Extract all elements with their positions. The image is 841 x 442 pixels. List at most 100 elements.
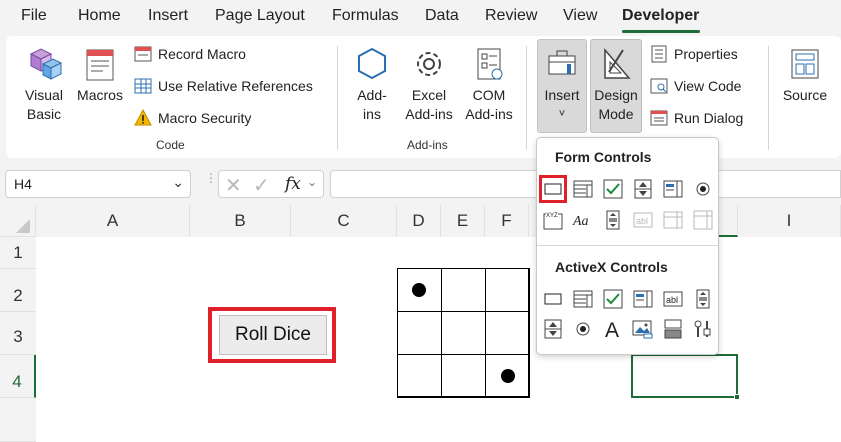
view-code-button[interactable]: View Code xyxy=(650,75,741,97)
column-header-b[interactable]: B xyxy=(190,205,291,237)
row-header-2[interactable]: 2 xyxy=(0,269,36,312)
row-header-1[interactable]: 1 xyxy=(0,237,36,269)
column-header-a[interactable]: A xyxy=(36,205,190,237)
use-relative-references-label: Use Relative References xyxy=(158,78,313,94)
macro-security-label: Macro Security xyxy=(158,110,252,126)
menu-page-layout[interactable]: Page Layout xyxy=(215,7,305,25)
svg-text:abl: abl xyxy=(666,295,678,305)
macro-security-button[interactable]: Macro Security xyxy=(134,107,251,129)
form-combo-drop-down-edit-icon xyxy=(691,208,715,232)
row-header-3[interactable]: 3 xyxy=(0,312,36,355)
add-ins-label-2: ins xyxy=(363,106,381,122)
dice-pip xyxy=(412,283,426,297)
properties-icon xyxy=(651,45,667,63)
macros-button[interactable]: Macros xyxy=(74,44,126,105)
column-header-e[interactable]: E xyxy=(441,205,485,237)
insert-function-icon[interactable]: fx xyxy=(285,174,301,194)
form-list-box-icon[interactable] xyxy=(661,177,685,201)
activex-toggle-button-icon[interactable] xyxy=(661,317,685,341)
run-dialog-button[interactable]: Run Dialog xyxy=(650,107,743,129)
selected-cell-h4[interactable] xyxy=(631,354,738,398)
visual-basic-icon xyxy=(29,48,63,80)
activex-list-box-icon[interactable] xyxy=(631,287,655,311)
activex-command-button-icon[interactable] xyxy=(541,287,565,311)
menu-home[interactable]: Home xyxy=(78,7,121,25)
source-label: Source xyxy=(782,87,828,103)
design-mode-button[interactable]: Design Mode xyxy=(590,44,642,124)
select-all-corner[interactable] xyxy=(0,205,36,237)
design-mode-label-1: Design xyxy=(594,87,638,103)
column-header-d[interactable]: D xyxy=(397,205,441,237)
menu-developer[interactable]: Developer xyxy=(622,7,699,25)
activex-text-box-icon[interactable]: abl xyxy=(661,287,685,311)
form-check-box-icon[interactable] xyxy=(601,177,625,201)
insert-controls-dropdown: Form Controls XYZ Aa abl ActiveX Control… xyxy=(536,137,719,355)
activex-image-icon[interactable] xyxy=(631,317,655,341)
activex-option-button-icon[interactable] xyxy=(571,317,595,341)
record-macro-button[interactable]: Record Macro xyxy=(134,43,246,65)
dice-grid xyxy=(397,268,530,398)
visual-basic-button[interactable]: Visual Basic xyxy=(18,44,70,124)
source-icon xyxy=(791,49,819,79)
form-label-icon[interactable]: Aa xyxy=(571,208,595,232)
add-ins-group-label: Add-ins xyxy=(407,138,448,152)
dice-cell[interactable] xyxy=(397,354,442,398)
dice-cell[interactable] xyxy=(441,268,486,312)
excel-add-ins-button[interactable]: Excel Add-ins xyxy=(400,44,458,124)
menu-view[interactable]: View xyxy=(563,7,597,25)
form-combo-box-icon[interactable] xyxy=(571,177,595,201)
dice-cell[interactable] xyxy=(441,311,486,355)
svg-text:abl: abl xyxy=(636,216,648,226)
column-header-f[interactable]: F xyxy=(485,205,529,237)
column-header-i[interactable]: I xyxy=(738,205,841,237)
add-ins-button[interactable]: Add- ins xyxy=(348,44,396,124)
dice-cell[interactable] xyxy=(441,354,486,398)
insert-controls-button[interactable]: Insert ˅ xyxy=(537,44,587,124)
source-button[interactable]: Source xyxy=(778,44,832,105)
form-scroll-bar-icon[interactable] xyxy=(601,208,625,232)
chevron-down-icon[interactable]: ⌄ xyxy=(172,174,184,191)
name-box[interactable]: H4 ⌄ xyxy=(5,170,191,198)
relative-references-icon xyxy=(134,78,152,94)
view-code-icon xyxy=(650,78,668,94)
gear-icon xyxy=(417,52,441,76)
activex-scroll-bar-icon[interactable] xyxy=(691,287,715,311)
view-code-label: View Code xyxy=(674,78,742,94)
row-header-5[interactable] xyxy=(0,398,36,442)
activex-combo-box-icon[interactable] xyxy=(571,287,595,311)
cancel-icon[interactable]: ✕ xyxy=(225,173,242,198)
properties-label: Properties xyxy=(674,46,738,62)
properties-button[interactable]: Properties xyxy=(650,43,738,65)
dice-cell[interactable] xyxy=(485,311,530,355)
dice-cell[interactable] xyxy=(397,311,442,355)
chevron-down-icon[interactable]: ⌄ xyxy=(307,175,317,189)
activex-spin-button-icon[interactable] xyxy=(541,317,565,341)
roll-dice-button[interactable]: Roll Dice xyxy=(219,315,327,355)
menu-file[interactable]: File xyxy=(21,7,47,25)
activex-label-icon[interactable]: A xyxy=(601,317,625,341)
visual-basic-label-2: Basic xyxy=(26,106,62,122)
fill-handle[interactable] xyxy=(734,394,740,400)
form-combo-list-edit-icon xyxy=(661,208,685,232)
dropdown-separator xyxy=(537,245,718,246)
column-header-c[interactable]: C xyxy=(291,205,397,237)
activex-more-controls-icon[interactable] xyxy=(691,317,715,341)
activex-check-box-icon[interactable] xyxy=(601,287,625,311)
row-header-4[interactable]: 4 xyxy=(0,355,36,398)
form-option-button-icon[interactable] xyxy=(691,177,715,201)
resize-handle-icon[interactable]: ⋮ xyxy=(205,172,217,184)
select-all-icon xyxy=(16,219,30,233)
form-spin-button-icon[interactable] xyxy=(631,177,655,201)
dice-cell[interactable] xyxy=(485,268,530,312)
form-button-icon[interactable] xyxy=(539,175,567,203)
use-relative-references-button[interactable]: Use Relative References xyxy=(134,75,313,97)
menu-formulas[interactable]: Formulas xyxy=(332,7,399,25)
com-add-ins-button[interactable]: COM Add-ins xyxy=(460,44,518,124)
form-group-box-icon[interactable]: XYZ xyxy=(541,208,565,232)
chevron-down-icon: ˅ xyxy=(558,108,566,120)
menu-review[interactable]: Review xyxy=(485,7,537,25)
menu-insert[interactable]: Insert xyxy=(148,7,188,25)
enter-icon[interactable]: ✓ xyxy=(253,173,270,198)
group-separator xyxy=(526,46,527,150)
menu-data[interactable]: Data xyxy=(425,7,459,25)
